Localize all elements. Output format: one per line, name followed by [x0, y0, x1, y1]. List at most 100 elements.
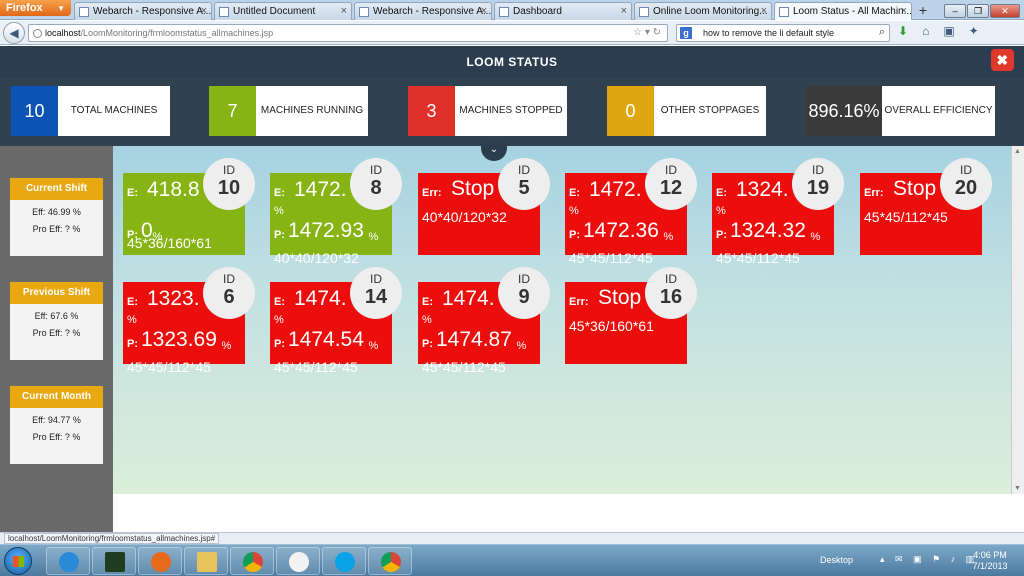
machine-id-badge: ID 5: [498, 158, 550, 210]
machine-id-badge: ID 6: [203, 267, 255, 319]
scroll-down-icon[interactable]: ▼: [1014, 485, 1021, 492]
e-percent: %: [274, 205, 284, 217]
page-icon: [219, 7, 229, 17]
close-window-icon[interactable]: ✕: [990, 4, 1020, 18]
machines-stopped-box: 3 MACHINES STOPPED: [408, 86, 567, 136]
close-tab-icon[interactable]: ×: [621, 5, 627, 17]
e-percent: %: [569, 205, 579, 217]
p-value: 1324.32: [730, 219, 806, 242]
e-label: E:: [422, 296, 433, 308]
taskbar-app-dreamweaver[interactable]: [92, 547, 136, 575]
close-tab-icon[interactable]: ×: [201, 5, 207, 17]
extension-icon[interactable]: ✦: [969, 24, 979, 38]
folder-icon: [197, 552, 217, 572]
eff-value: Eff: 67.6 %: [34, 311, 79, 321]
home-icon[interactable]: ⌂: [922, 24, 929, 38]
taskbar-app-folder[interactable]: [184, 547, 228, 575]
bookmark-star-icon[interactable]: ☆ ▾ ↻: [633, 27, 661, 38]
taskbar-app-firefox[interactable]: [138, 547, 182, 575]
pro-eff-value: Pro Eff: ? %: [32, 432, 81, 442]
machine-id: 8: [370, 177, 382, 199]
id-label: ID: [665, 272, 677, 286]
maximize-icon[interactable]: ❐: [967, 4, 989, 18]
browser-nav-bar: ◀ localhost/LoomMonitoring/frmloomstatus…: [0, 21, 1024, 45]
chrome-icon: [243, 552, 263, 572]
machine-dimensions: 45*45/112*45: [569, 250, 653, 266]
machine-id: 9: [518, 286, 530, 308]
firefox-menu-button[interactable]: Firefox ▼: [0, 0, 71, 16]
e-label: E:: [274, 187, 285, 199]
e-label: E:: [716, 187, 727, 199]
id-label: ID: [370, 272, 382, 286]
screen: Firefox ▼ Webarch - Responsive A... × Unt…: [0, 0, 1024, 576]
summary-value: 10: [11, 86, 58, 136]
p-label: P:: [569, 229, 580, 241]
page-icon: [779, 7, 789, 17]
browser-tab-label: Untitled Document: [233, 6, 316, 17]
google-icon: g: [680, 27, 692, 39]
error-value: Stop: [598, 286, 642, 309]
machine-id: 12: [659, 177, 683, 199]
back-arrow-icon[interactable]: ◀: [3, 22, 25, 44]
browser-tab[interactable]: Webarch - Responsive A... ×: [354, 2, 492, 20]
minimize-icon[interactable]: –: [944, 4, 966, 18]
p-value: 1472.93: [288, 219, 364, 242]
machine-id: 10: [217, 177, 241, 199]
close-button[interactable]: ✖: [991, 49, 1014, 71]
search-input[interactable]: g how to remove the li default style ⌕: [676, 24, 890, 42]
other-stoppages-box: 0 OTHER STOPPAGES: [607, 86, 766, 136]
page-icon: [639, 7, 649, 17]
e-label: E:: [127, 296, 138, 308]
close-tab-icon[interactable]: ×: [761, 5, 767, 17]
browser-tab[interactable]: Untitled Document ×: [214, 2, 352, 20]
globe-icon: [33, 29, 42, 38]
scroll-up-icon[interactable]: ▲: [1014, 148, 1021, 155]
p-value: 1323.69: [141, 328, 217, 351]
clock[interactable]: 4:06 PM 7/1/2013: [964, 550, 1016, 572]
browser-tab-label: Online Loom Monitoring...: [653, 6, 768, 17]
browser-tab-active[interactable]: Loom Status - All Machin... ×: [774, 2, 912, 20]
close-tab-icon[interactable]: ×: [341, 5, 347, 17]
overall-efficiency-box: 896.16% OVERALL EFFICIENCY: [806, 86, 995, 136]
addon-icon[interactable]: ▣: [943, 24, 954, 38]
close-tab-icon[interactable]: ×: [481, 5, 487, 17]
taskbar-app-skype[interactable]: [322, 547, 366, 575]
machine-dimensions: 45*45/112*45: [716, 250, 800, 266]
browser-status-bar: localhost/LoomMonitoring/frmloomstatus_a…: [0, 532, 1024, 544]
taskbar-app-chrome-2[interactable]: [368, 547, 412, 575]
download-icon[interactable]: ⬇: [898, 24, 908, 38]
clock-date: 7/1/2013: [972, 561, 1008, 571]
search-icon[interactable]: ⌕: [879, 26, 885, 39]
browser-tab[interactable]: Online Loom Monitoring... ×: [634, 2, 772, 20]
machine-dimensions: 45*36/160*61: [569, 318, 654, 334]
summary-value: 0: [607, 86, 654, 136]
browser-tab-label: Loom Status - All Machin...: [793, 6, 912, 17]
id-label: ID: [223, 163, 235, 177]
card-title: Current Shift: [10, 178, 103, 200]
taskbar-app-internet-explorer[interactable]: [46, 547, 90, 575]
windows-taskbar: Desktop ▴ ✉ ▣ ⚑ ♪ ▥ 4:06 PM 7/1/2013: [0, 544, 1024, 576]
machine-id: 14: [364, 286, 388, 308]
system-tray: Desktop ▴ ✉ ▣ ⚑ ♪ ▥ 4:06 PM 7/1/2013: [818, 545, 1024, 576]
browser-tab-strip: Firefox ▼ Webarch - Responsive A... × Unt…: [0, 0, 1024, 20]
taskbar-app-google-talk[interactable]: [276, 547, 320, 575]
browser-tab[interactable]: Dashboard ×: [494, 2, 632, 20]
new-tab-icon[interactable]: +: [912, 2, 934, 20]
start-button[interactable]: [4, 547, 32, 575]
desktop-toolbar-label[interactable]: Desktop: [820, 555, 853, 565]
e-percent: %: [274, 314, 284, 326]
close-tab-icon[interactable]: ×: [901, 5, 907, 17]
address-bar[interactable]: localhost/LoomMonitoring/frmloomstatus_a…: [28, 24, 668, 42]
e-percent: %: [422, 314, 432, 326]
windows-logo-icon: [13, 556, 24, 567]
machine-id: 5: [518, 177, 530, 199]
vertical-scrollbar[interactable]: ▲ ▼: [1011, 146, 1024, 494]
machine-id: 16: [659, 286, 683, 308]
dreamweaver-icon: [105, 552, 125, 572]
browser-tab[interactable]: Webarch - Responsive A... ×: [74, 2, 212, 20]
error-value: Stop: [893, 177, 937, 200]
google-talk-icon: [289, 552, 309, 572]
taskbar-app-chrome[interactable]: [230, 547, 274, 575]
machines-running-box: 7 MACHINES RUNNING: [209, 86, 368, 136]
current-shift-card: Current Shift Eff: 46.99 % Pro Eff: ? %: [10, 178, 103, 256]
